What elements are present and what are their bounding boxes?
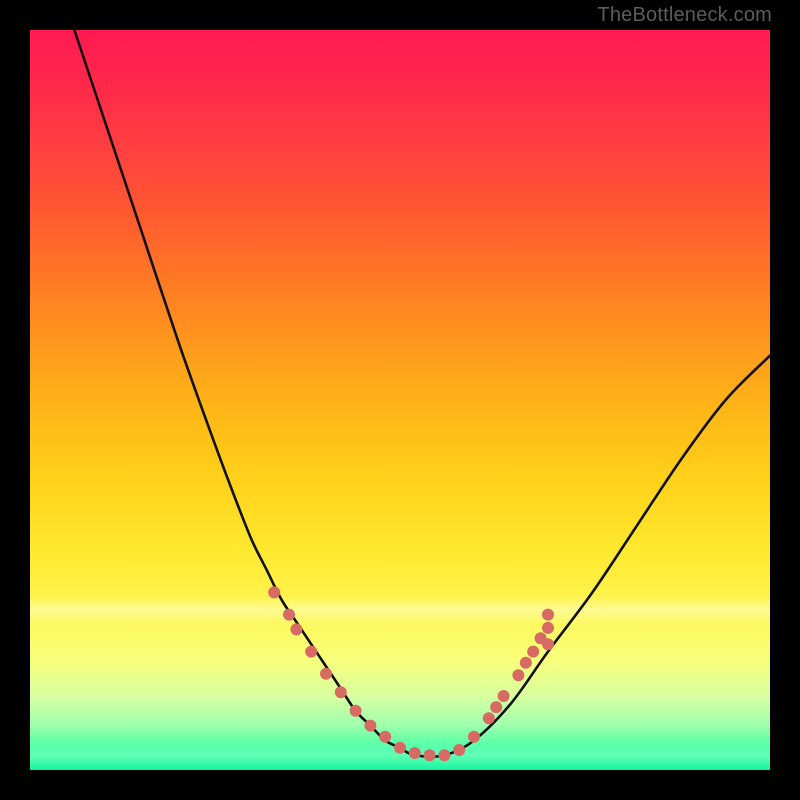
curve-marker <box>424 749 436 761</box>
curve-marker <box>483 712 495 724</box>
curve-markers <box>268 586 554 761</box>
plot-area <box>30 30 770 770</box>
curve-marker <box>490 701 502 713</box>
curve-marker <box>320 668 332 680</box>
curve-marker <box>468 731 480 743</box>
curve-marker <box>305 646 317 658</box>
chart-frame: TheBottleneck.com <box>0 0 800 800</box>
curve-marker <box>438 749 450 761</box>
curve-marker <box>394 742 406 754</box>
curve-marker <box>409 747 421 759</box>
chart-svg <box>30 30 770 770</box>
curve-marker <box>453 744 465 756</box>
curve-marker <box>379 731 391 743</box>
curve-marker <box>350 705 362 717</box>
curve-marker <box>520 657 532 669</box>
bottleneck-curve-path <box>74 30 770 757</box>
curve-marker <box>542 638 554 650</box>
curve-marker <box>498 690 510 702</box>
curve-marker <box>290 623 302 635</box>
curve-marker <box>527 646 539 658</box>
curve-marker <box>268 586 280 598</box>
curve-marker <box>364 720 376 732</box>
watermark-text: TheBottleneck.com <box>597 4 772 27</box>
curve-marker <box>542 622 554 634</box>
curve-marker <box>283 609 295 621</box>
curve-marker <box>512 669 524 681</box>
curve-marker <box>542 609 554 621</box>
curve-marker <box>335 686 347 698</box>
